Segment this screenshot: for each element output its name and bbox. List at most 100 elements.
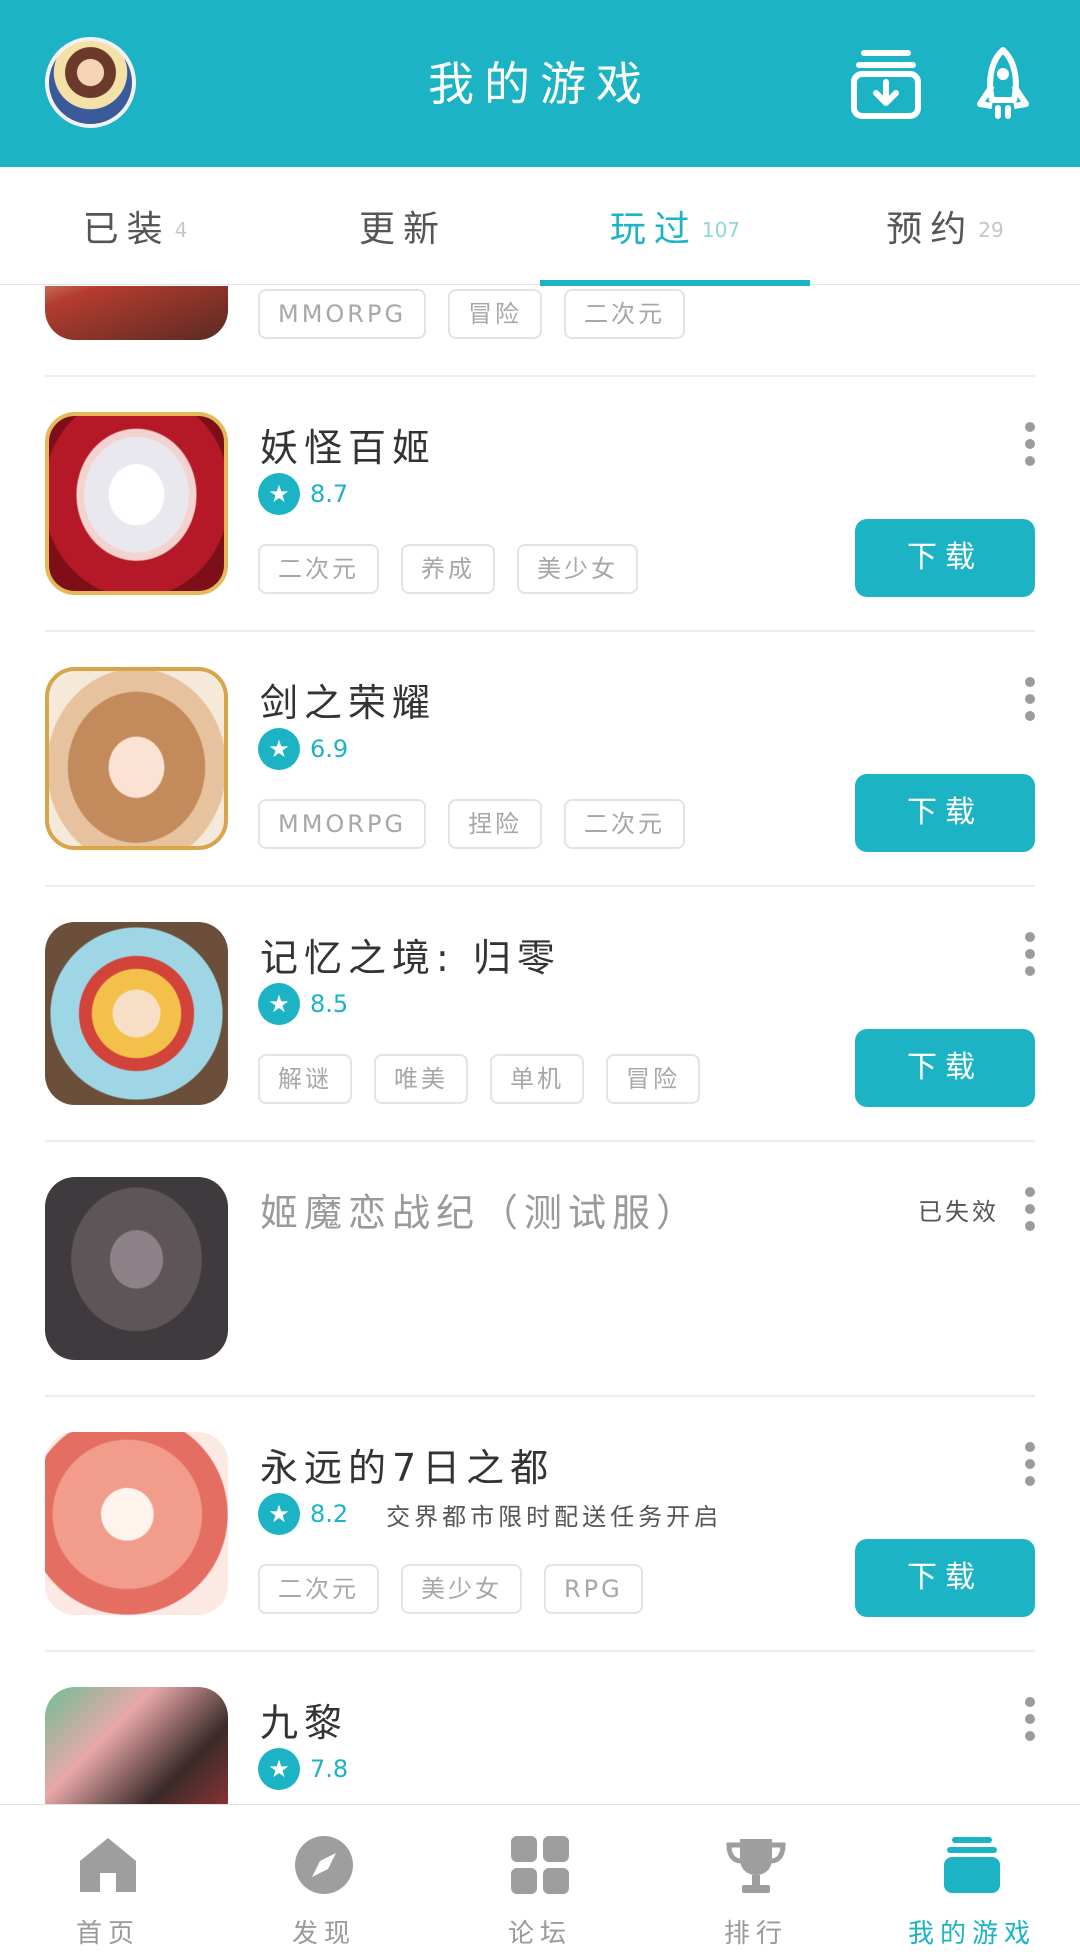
score: 8.7 xyxy=(310,480,349,508)
list-item[interactable]: 剑之荣耀 ★ 6.9 MMORPG 捏险 二次元 下载 xyxy=(0,632,1080,887)
tag: 捏险 xyxy=(448,799,543,849)
list-item[interactable]: 九黎 ★ 7.8 xyxy=(0,1652,1080,1804)
more-options-icon[interactable] xyxy=(1022,1187,1038,1231)
promo-text: 交界都市限时配送任务开启 xyxy=(386,1502,723,1531)
rating: ★ 6.9 xyxy=(258,728,348,770)
rating: ★ 8.7 xyxy=(258,473,348,515)
download-button[interactable]: 下载 xyxy=(855,1539,1035,1617)
nav-my-games[interactable]: 我的游戏 xyxy=(864,1805,1080,1960)
nav-label: 发现 xyxy=(291,1919,356,1949)
list-item[interactable]: 记忆之境: 归零 ★ 8.5 解谜 唯美 单机 冒险 下载 xyxy=(0,887,1080,1142)
trophy-icon xyxy=(726,1839,786,1893)
tag: 单机 xyxy=(490,1054,584,1104)
more-options-icon[interactable] xyxy=(1022,677,1038,721)
game-icon[interactable] xyxy=(45,1177,228,1360)
tag: 冒险 xyxy=(606,1054,700,1104)
tab-installed[interactable]: 已装 4 xyxy=(0,167,270,285)
game-icon[interactable] xyxy=(45,1687,228,1804)
tag-list: MMORPG 冒险 二次元 xyxy=(258,289,686,339)
game-name[interactable]: 姬魔恋战纪（测试服） xyxy=(260,1182,700,1237)
download-manager-icon[interactable] xyxy=(851,46,921,120)
tag: MMORPG xyxy=(258,289,427,339)
tag: 二次元 xyxy=(564,799,686,849)
more-options-icon[interactable] xyxy=(1022,422,1038,466)
tab-count: 107 xyxy=(701,218,741,242)
list-item[interactable]: 妖怪百姬 ★ 8.7 二次元 养成 美少女 下载 xyxy=(0,377,1080,632)
tag: 解谜 xyxy=(258,1054,352,1104)
game-name[interactable]: 永远的7日之都 xyxy=(260,1437,554,1492)
grid-icon xyxy=(511,1836,569,1894)
more-options-icon[interactable] xyxy=(1022,1442,1038,1486)
tag-list: 解谜 唯美 单机 冒险 xyxy=(258,1054,700,1104)
star-icon: ★ xyxy=(258,728,300,770)
game-name[interactable]: 剑之荣耀 xyxy=(260,672,436,727)
tab-updates[interactable]: 更新 xyxy=(270,167,540,285)
tag: 唯美 xyxy=(374,1054,468,1104)
game-list[interactable]: MMORPG 冒险 二次元 妖怪百姬 ★ 8.7 二次元 养成 美少女 下载 剑… xyxy=(0,286,1080,1804)
tab-count: 29 xyxy=(978,218,1004,242)
game-icon[interactable] xyxy=(45,922,228,1105)
nav-label: 论坛 xyxy=(507,1919,572,1949)
tag: MMORPG xyxy=(258,799,427,849)
download-button[interactable]: 下载 xyxy=(855,774,1035,852)
tag: 养成 xyxy=(401,544,495,594)
bottom-navigation: 首页 发现 论坛 排行 我的游戏 xyxy=(0,1804,1080,1959)
tag: 冒险 xyxy=(448,289,543,339)
tag: 二次元 xyxy=(564,289,686,339)
tag-list: 二次元 养成 美少女 xyxy=(258,544,638,594)
home-icon xyxy=(80,1838,136,1892)
tag-list: 二次元 美少女 RPG xyxy=(258,1564,643,1614)
game-icon[interactable] xyxy=(45,1432,228,1615)
rating: ★ 8.2 交界都市限时配送任务开启 xyxy=(258,1493,722,1535)
nav-home[interactable]: 首页 xyxy=(0,1805,216,1960)
score: 8.2 xyxy=(310,1500,349,1528)
more-options-icon[interactable] xyxy=(1022,1697,1038,1741)
game-name[interactable]: 妖怪百姬 xyxy=(260,417,436,472)
tab-label: 预约 xyxy=(886,209,975,250)
score: 7.8 xyxy=(310,1755,349,1783)
rocket-icon[interactable] xyxy=(968,46,1038,120)
list-item[interactable]: MMORPG 冒险 二次元 xyxy=(0,286,1080,377)
nav-ranking[interactable]: 排行 xyxy=(648,1805,864,1960)
tag: 二次元 xyxy=(258,1564,379,1614)
tab-label: 玩过 xyxy=(609,209,698,250)
tab-label: 更新 xyxy=(358,209,447,250)
game-name[interactable]: 九黎 xyxy=(260,1692,348,1747)
tag: RPG xyxy=(544,1564,643,1614)
nav-discover[interactable]: 发现 xyxy=(216,1805,432,1960)
download-button[interactable]: 下载 xyxy=(855,1029,1035,1107)
download-button[interactable]: 下载 xyxy=(855,519,1035,597)
status-label: 已失效 xyxy=(918,1198,999,1226)
tab-reserved[interactable]: 预约 29 xyxy=(810,167,1080,285)
my-games-icon xyxy=(944,1837,1000,1893)
star-icon: ★ xyxy=(258,983,300,1025)
list-item[interactable]: 姬魔恋战纪（测试服） 已失效 xyxy=(0,1142,1080,1397)
tag: 美少女 xyxy=(401,1564,522,1614)
score: 8.5 xyxy=(310,990,349,1018)
more-options-icon[interactable] xyxy=(1022,932,1038,976)
star-icon: ★ xyxy=(258,1493,300,1535)
game-icon[interactable] xyxy=(45,412,228,595)
star-icon: ★ xyxy=(258,1748,300,1790)
game-icon[interactable] xyxy=(45,667,228,850)
tag: 二次元 xyxy=(258,544,379,594)
game-name[interactable]: 记忆之境: 归零 xyxy=(260,927,561,982)
tab-label: 已装 xyxy=(82,209,171,250)
score: 6.9 xyxy=(310,735,349,763)
app-header: 我的游戏 xyxy=(0,0,1080,167)
page-title: 我的游戏 xyxy=(428,57,652,111)
list-item[interactable]: 永远的7日之都 ★ 8.2 交界都市限时配送任务开启 二次元 美少女 RPG 下… xyxy=(0,1397,1080,1652)
nav-label: 排行 xyxy=(723,1919,788,1949)
tag-list: MMORPG 捏险 二次元 xyxy=(258,799,686,849)
nav-label: 首页 xyxy=(75,1919,140,1949)
tab-played[interactable]: 玩过 107 xyxy=(540,167,810,285)
game-icon[interactable] xyxy=(45,286,228,340)
nav-forum[interactable]: 论坛 xyxy=(432,1805,648,1960)
compass-icon xyxy=(295,1836,353,1894)
tab-bar: 已装 4 更新 玩过 107 预约 29 xyxy=(0,167,1080,286)
rating: ★ 7.8 xyxy=(258,1748,348,1790)
tag: 美少女 xyxy=(517,544,638,594)
tab-count: 4 xyxy=(174,218,188,242)
user-avatar[interactable] xyxy=(45,37,136,128)
nav-label: 我的游戏 xyxy=(907,1919,1036,1949)
